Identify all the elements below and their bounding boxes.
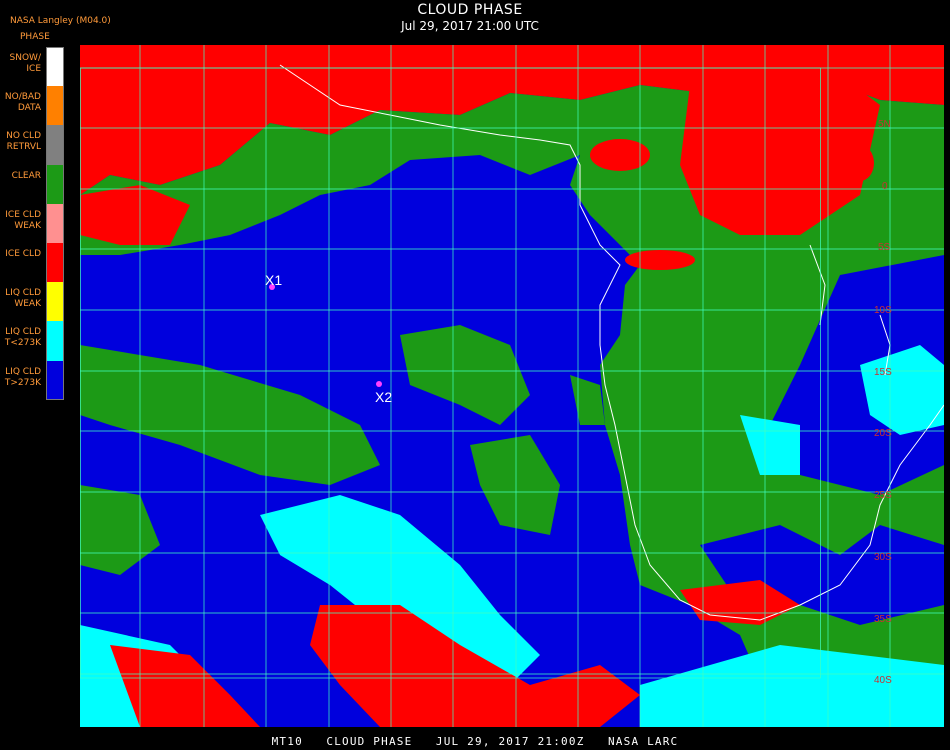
- ice-cloud-cell: [590, 139, 650, 171]
- legend-label: LIQ CLD T<273K: [4, 327, 41, 349]
- legend-swatch: [46, 86, 64, 126]
- legend-item-liq-cld-weak: LIQ CLD WEAK: [0, 282, 66, 322]
- legend-swatch: [46, 164, 64, 204]
- ice-cloud-cell: [846, 145, 874, 181]
- legend-title: PHASE: [20, 32, 50, 42]
- legend-swatch: [46, 242, 64, 283]
- cloud-phase-image: 5N 0 5S 10S 15S 20S 25S 30S 35S 40S X1 X…: [80, 45, 944, 727]
- lat-label: 30S: [874, 552, 892, 563]
- legend-item-liq-cld-warm: LIQ CLD T>273K: [0, 360, 66, 400]
- legend-swatch: [46, 125, 64, 165]
- lat-label: 15S: [874, 367, 892, 378]
- legend-swatch: [46, 47, 64, 87]
- lat-label: 5N: [878, 119, 891, 130]
- phase-legend: SNOW/ ICE NO/BAD DATA NO CLD RETRVL CLEA…: [0, 47, 66, 400]
- legend-item-liq-cld-cold: LIQ CLD T<273K: [0, 321, 66, 361]
- legend-item-ice-cld-weak: ICE CLD WEAK: [0, 203, 66, 243]
- legend-item-no-bad-data: NO/BAD DATA: [0, 86, 66, 126]
- legend-swatch: [46, 360, 64, 400]
- lat-label: 20S: [874, 428, 892, 439]
- footer-caption: MT10 CLOUD PHASE JUL 29, 2017 21:00Z NAS…: [271, 735, 679, 748]
- lat-label: 5S: [878, 242, 891, 253]
- legend-label: LIQ CLD WEAK: [5, 288, 41, 310]
- legend-item-no-cld-retrvl: NO CLD RETRVL: [0, 125, 66, 165]
- ice-cloud-cell: [625, 250, 695, 270]
- legend-label: ICE CLD: [5, 248, 41, 259]
- lat-label: 40S: [874, 675, 892, 686]
- marker-dot: [376, 381, 382, 387]
- legend-label: ICE CLD WEAK: [5, 209, 41, 231]
- legend-swatch: [46, 282, 64, 322]
- legend-label: SNOW/ ICE: [9, 53, 41, 74]
- legend-item-ice-cld: ICE CLD: [0, 242, 66, 283]
- page-title: CLOUD PHASE: [417, 2, 523, 18]
- legend-item-clear: CLEAR: [0, 164, 66, 204]
- lat-label: 35S: [874, 614, 892, 625]
- marker-label: X1: [265, 272, 282, 288]
- legend-item-snow-ice: SNOW/ ICE: [0, 47, 66, 87]
- legend-label: CLEAR: [11, 170, 41, 181]
- lat-label: 25S: [874, 490, 892, 501]
- page-subtitle: Jul 29, 2017 21:00 UTC: [401, 19, 539, 33]
- lat-label: 10S: [874, 305, 892, 316]
- credit-label: NASA Langley (M04.0): [10, 16, 111, 26]
- satellite-map[interactable]: 5N 0 5S 10S 15S 20S 25S 30S 35S 40S X1 X…: [80, 45, 944, 727]
- legend-label: NO CLD RETRVL: [6, 131, 41, 153]
- legend-swatch: [46, 203, 64, 243]
- legend-label: LIQ CLD T>273K: [4, 366, 41, 388]
- marker-label: X2: [375, 389, 392, 405]
- legend-label: NO/BAD DATA: [4, 92, 41, 114]
- legend-swatch: [46, 321, 64, 361]
- lat-label: 0: [882, 181, 888, 192]
- marker-x1[interactable]: X1: [265, 272, 282, 290]
